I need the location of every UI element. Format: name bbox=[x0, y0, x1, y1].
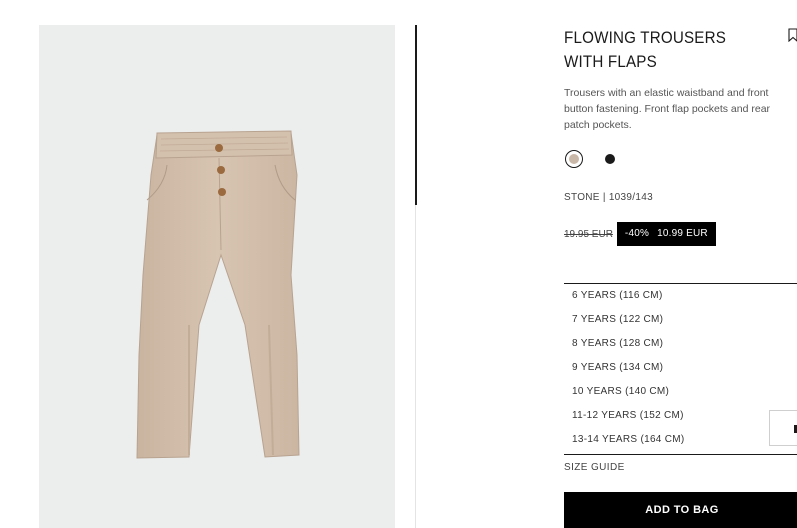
size-option[interactable]: 6 YEARS (116 CM) bbox=[572, 290, 663, 301]
product-info-panel: FLOWING TROUSERS WITH FLAPS Trousers wit… bbox=[564, 0, 797, 528]
image-scroll-thumb[interactable] bbox=[415, 25, 417, 205]
size-option[interactable]: 10 YEARS (140 CM) bbox=[572, 386, 669, 397]
bookmark-icon[interactable] bbox=[788, 28, 797, 43]
size-list: 6 YEARS (116 CM) 7 YEARS (122 CM) 8 YEAR… bbox=[564, 283, 797, 455]
size-option[interactable]: 8 YEARS (128 CM) bbox=[572, 338, 663, 349]
size-guide-link[interactable]: SIZE GUIDE bbox=[564, 462, 625, 473]
sale-price: 10.99 EUR bbox=[657, 228, 708, 239]
product-image[interactable] bbox=[39, 25, 395, 528]
size-option[interactable]: 11-12 YEARS (152 CM) bbox=[572, 410, 684, 421]
color-swatch-black[interactable] bbox=[601, 150, 619, 168]
color-reference: STONE | 1039/143 bbox=[564, 192, 653, 203]
trousers-illustration bbox=[136, 130, 300, 459]
size-option[interactable]: 7 YEARS (122 CM) bbox=[572, 314, 663, 325]
floating-side-tab[interactable] bbox=[769, 410, 797, 446]
color-swatch-stone[interactable] bbox=[565, 150, 583, 168]
product-description: Trousers with an elastic waistband and f… bbox=[564, 87, 771, 131]
product-title: FLOWING TROUSERS WITH FLAPS bbox=[564, 29, 727, 71]
size-option[interactable]: 9 YEARS (134 CM) bbox=[572, 362, 663, 373]
size-option[interactable]: 13-14 YEARS (164 CM) bbox=[572, 434, 685, 445]
add-to-bag-button[interactable]: ADD TO BAG bbox=[564, 492, 797, 528]
discount-percent: -40% bbox=[624, 228, 650, 239]
old-price: 19.95 EUR bbox=[564, 228, 613, 240]
sale-price-badge: -40% 10.99 EUR bbox=[616, 222, 716, 246]
price-row: 19.95 EUR -40% 10.99 EUR bbox=[564, 222, 716, 246]
